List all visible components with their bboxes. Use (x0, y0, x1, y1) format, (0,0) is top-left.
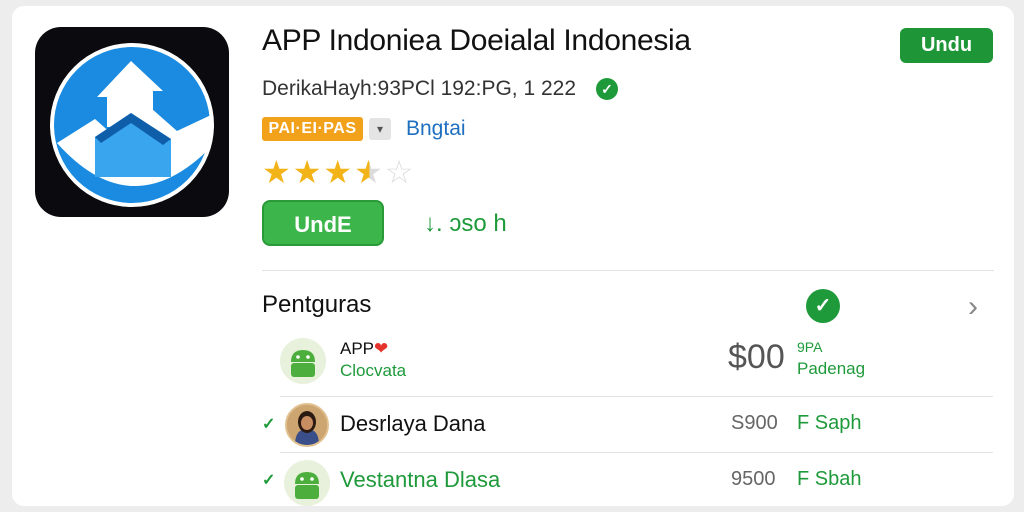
row-name: Vestantna Dlasa (340, 467, 501, 492)
star-full-icon: ★ (262, 154, 293, 190)
developer-info[interactable]: DerikaHayh:93PCl 192:PG, 1 222 (262, 77, 576, 101)
verified-check-icon: ✓ (596, 78, 618, 100)
download-size: ↓. ɔso h (424, 210, 507, 237)
section-check-icon: ✓ (806, 289, 840, 323)
star-full-icon: ★ (292, 154, 324, 190)
star-full-icon: ★ (323, 154, 355, 190)
install-button[interactable]: UndE (262, 200, 384, 246)
star-rating: ★★★★☆ (262, 156, 415, 188)
app-title: APP Indoniea Doeialal Indonesia (262, 24, 691, 57)
download-button-top[interactable]: Undu (900, 28, 993, 63)
row-tag-line1: 9PA (797, 339, 823, 355)
divider (262, 270, 994, 271)
row-name-text: APP (340, 339, 375, 358)
app-logo-icon (50, 43, 214, 207)
divider (280, 452, 993, 453)
app-icon (35, 27, 229, 217)
star-empty-icon: ☆ (384, 154, 416, 190)
category-link[interactable]: Bngtai (406, 117, 466, 141)
row-tag: F Saph (797, 412, 862, 434)
row-tag-line2: Padenag (797, 359, 866, 378)
row-subtitle: Clocvata (340, 361, 407, 380)
android-icon (280, 338, 326, 384)
rating-badge: PAI·EI·PAS (262, 117, 363, 141)
avatar (285, 403, 329, 447)
dropdown-icon[interactable]: ▾ (369, 118, 391, 140)
heart-icon: ❤ (374, 339, 389, 358)
check-icon: ✓ (262, 416, 276, 433)
row-name: Desrlaya Dana (340, 411, 486, 436)
chevron-right-icon[interactable]: › (968, 292, 978, 322)
row-price: 9500 (731, 468, 776, 490)
row-tag: F Sbah (797, 468, 862, 490)
row-price: S900 (731, 412, 778, 434)
row-price: $00 (728, 338, 785, 376)
star-half-icon: ★ (354, 154, 385, 190)
section-title: Pentguras (262, 291, 372, 318)
divider (280, 396, 993, 397)
check-icon: ✓ (262, 472, 276, 489)
row-name: APP❤ (340, 339, 388, 359)
android-icon (284, 460, 330, 506)
